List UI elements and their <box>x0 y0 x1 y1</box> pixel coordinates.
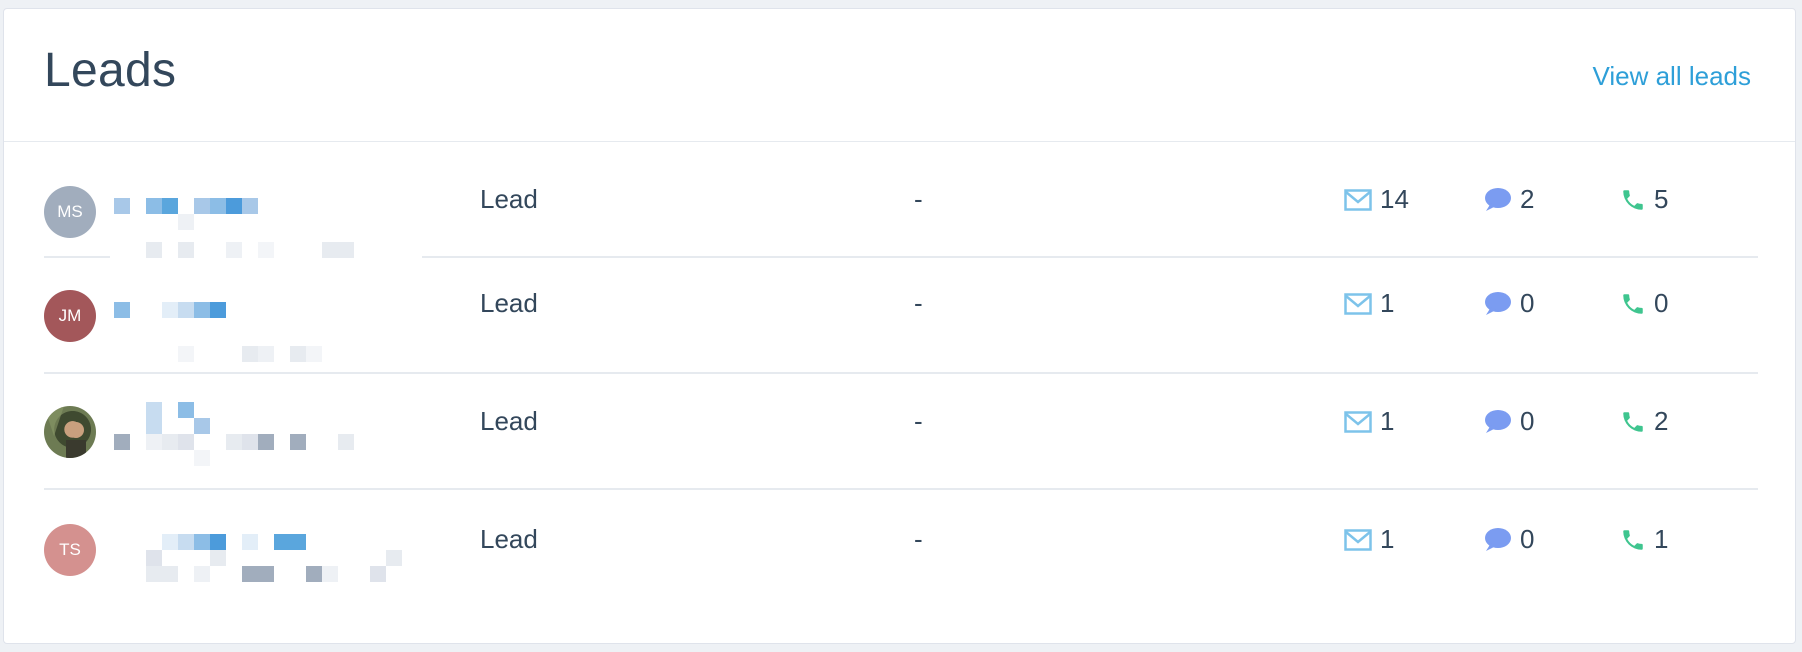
call-count-value: 2 <box>1654 406 1669 436</box>
avatar[interactable]: JM <box>44 290 96 342</box>
chat-bubble-icon <box>1485 291 1511 315</box>
lead-row[interactable]: JM Lead - 1 0 0 <box>44 258 1758 374</box>
message-count[interactable]: 2 <box>1482 184 1534 215</box>
lead-detail: - <box>914 406 923 436</box>
message-count[interactable]: 0 <box>1482 406 1534 437</box>
email-count[interactable]: 1 <box>1344 406 1394 437</box>
view-all-leads-link[interactable]: View all leads <box>1592 61 1751 92</box>
chat-bubble-icon <box>1485 187 1511 211</box>
chat-bubble-icon <box>1485 527 1511 551</box>
call-count[interactable]: 1 <box>1620 524 1668 555</box>
redacted-contact-info <box>110 498 422 602</box>
card-title: Leads <box>44 44 177 97</box>
call-count-value: 5 <box>1654 184 1669 214</box>
call-count-value: 0 <box>1654 288 1669 318</box>
email-icon <box>1344 528 1372 551</box>
email-icon <box>1344 292 1372 315</box>
message-count[interactable]: 0 <box>1482 288 1534 319</box>
message-count[interactable]: 0 <box>1482 524 1534 555</box>
redacted-contact-info <box>110 162 422 266</box>
email-icon <box>1344 410 1372 433</box>
lead-status: Lead <box>480 406 538 436</box>
redacted-contact-info <box>110 266 422 370</box>
call-count[interactable]: 0 <box>1620 288 1668 319</box>
phone-icon <box>1623 293 1643 314</box>
card-header: Leads View all leads <box>4 9 1795 142</box>
lead-detail: - <box>914 524 923 554</box>
lead-detail: - <box>914 288 923 318</box>
email-count[interactable]: 14 <box>1344 184 1409 215</box>
lead-row[interactable]: TS Lead - 1 0 1 <box>44 490 1758 610</box>
email-count[interactable]: 1 <box>1344 288 1394 319</box>
email-count[interactable]: 1 <box>1344 524 1394 555</box>
message-count-value: 0 <box>1520 524 1535 554</box>
lead-row[interactable]: Lead - 1 0 2 <box>44 374 1758 490</box>
email-icon <box>1344 188 1372 211</box>
lead-row[interactable]: MS Lead - 14 2 5 <box>44 142 1758 266</box>
lead-status: Lead <box>480 288 538 318</box>
chat-bubble-icon <box>1485 409 1511 433</box>
lead-detail: - <box>914 184 923 214</box>
phone-icon <box>1623 189 1643 210</box>
email-count-value: 1 <box>1380 406 1395 436</box>
leads-list: MS Lead - 14 2 5 JM Lead - 1 0 0 Lead - … <box>44 142 1758 610</box>
lead-status: Lead <box>480 524 538 554</box>
email-count-value: 1 <box>1380 288 1395 318</box>
avatar-photo[interactable] <box>44 406 96 458</box>
phone-icon <box>1623 529 1643 550</box>
email-count-value: 1 <box>1380 524 1395 554</box>
avatar[interactable]: TS <box>44 524 96 576</box>
call-count[interactable]: 5 <box>1620 184 1668 215</box>
call-count-value: 1 <box>1654 524 1669 554</box>
phone-icon <box>1623 411 1643 432</box>
leads-card: Leads View all leads MS Lead - 14 2 5 JM… <box>3 8 1796 644</box>
avatar[interactable]: MS <box>44 186 96 238</box>
message-count-value: 2 <box>1520 184 1535 214</box>
email-count-value: 14 <box>1380 184 1409 214</box>
person-photo-icon <box>44 406 86 458</box>
call-count[interactable]: 2 <box>1620 406 1668 437</box>
message-count-value: 0 <box>1520 406 1535 436</box>
redacted-contact-info <box>110 382 422 486</box>
lead-status: Lead <box>480 184 538 214</box>
message-count-value: 0 <box>1520 288 1535 318</box>
